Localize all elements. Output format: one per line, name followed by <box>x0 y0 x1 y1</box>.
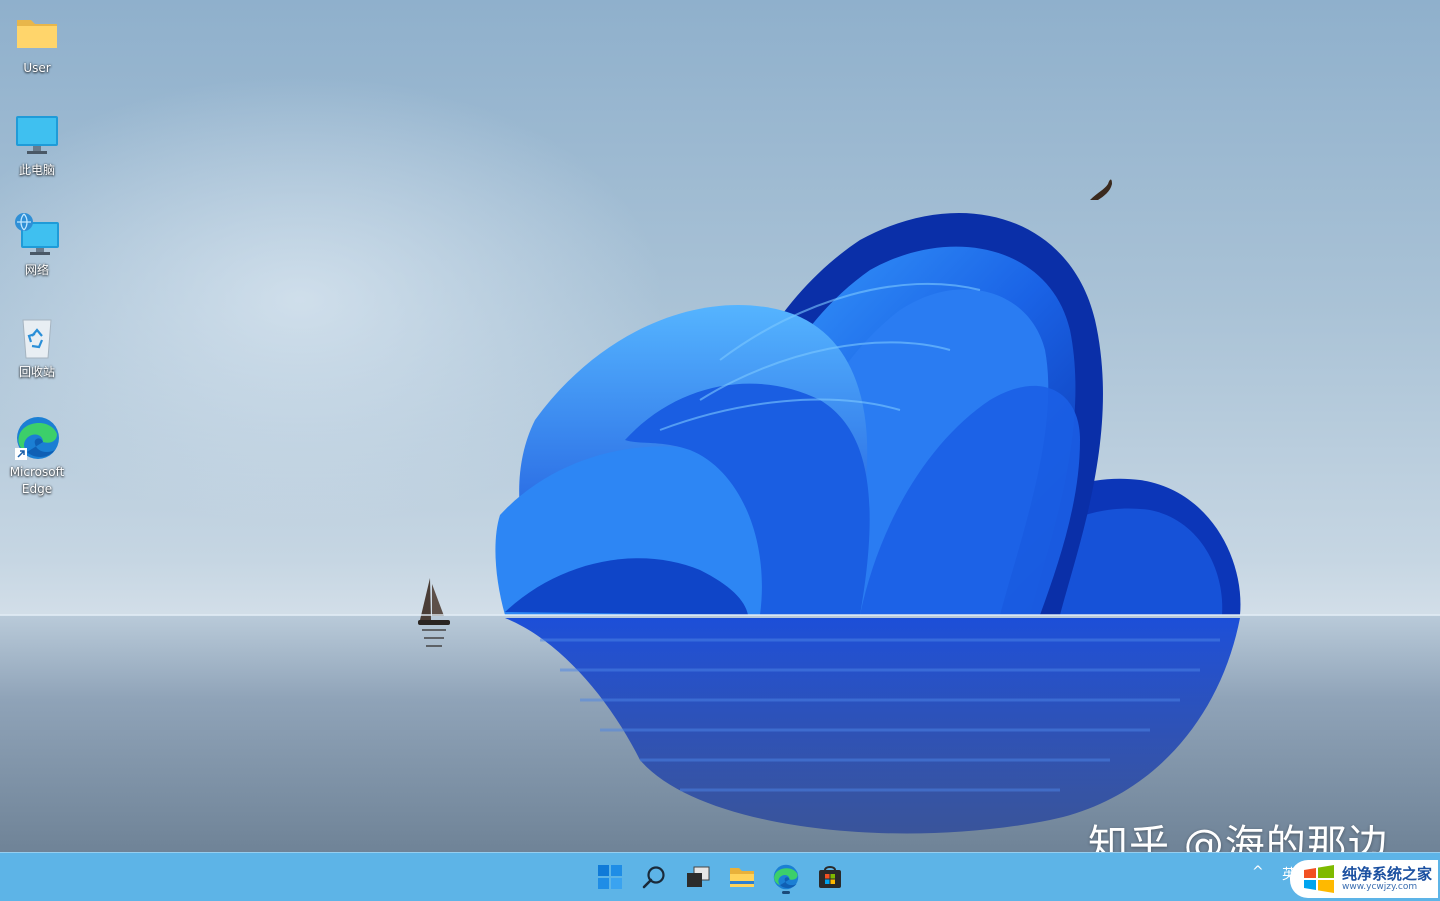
desktop-wallpaper <box>0 0 1440 900</box>
file-explorer-button[interactable] <box>722 859 762 895</box>
windows-start-icon <box>598 865 622 889</box>
folder-icon <box>13 10 61 58</box>
desktop-icon-user-folder[interactable]: User <box>2 10 72 77</box>
wallpaper-bloom-art <box>0 179 1440 834</box>
computer-icon <box>13 112 61 160</box>
desktop-icon-edge[interactable]: Microsoft Edge <box>2 414 72 498</box>
microsoft-store-icon <box>819 866 841 888</box>
desktop-icon-label: User <box>23 61 51 75</box>
network-icon <box>13 212 61 260</box>
recycle-bin-icon <box>13 314 61 362</box>
edge-icon <box>13 414 61 462</box>
desktop-icon-recycle-bin[interactable]: 回收站 <box>2 314 72 381</box>
search-button[interactable] <box>634 859 674 895</box>
desktop-icon-this-pc[interactable]: 此电脑 <box>2 112 72 179</box>
running-indicator <box>782 891 790 894</box>
task-view-button[interactable] <box>678 859 718 895</box>
desktop-icon-label: 此电脑 <box>18 163 55 177</box>
desktop-icon-network[interactable]: 网络 <box>2 212 72 279</box>
windows-logo-icon <box>1304 865 1334 893</box>
edge-taskbar-button[interactable] <box>766 859 806 895</box>
taskbar <box>0 852 1440 901</box>
tray-overflow-chevron[interactable]: ^ <box>1252 864 1264 880</box>
start-button[interactable] <box>590 859 630 895</box>
task-view-icon <box>687 866 710 887</box>
site-logo-watermark: 纯净系统之家 www.ycwjzy.com <box>1290 860 1438 898</box>
logo-main-text: 纯净系统之家 <box>1342 864 1433 883</box>
search-icon <box>642 866 665 889</box>
desktop-icon-label: Microsoft Edge <box>9 465 65 496</box>
file-explorer-icon <box>730 868 754 887</box>
desktop-icon-label: 网络 <box>24 263 49 277</box>
logo-url-text: www.ycwjzy.com <box>1342 881 1418 892</box>
edge-icon <box>773 864 799 890</box>
desktop-icon-label: 回收站 <box>18 365 55 379</box>
microsoft-store-button[interactable] <box>810 859 850 895</box>
